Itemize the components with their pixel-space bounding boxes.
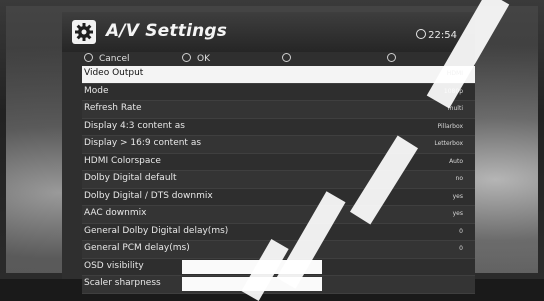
setting-value: Auto <box>449 157 463 165</box>
softkey-label: Cancel <box>99 54 130 64</box>
softkey-4[interactable] <box>387 53 402 64</box>
setting-label: OSD visibility <box>84 260 144 271</box>
softkey-dot-icon <box>282 53 291 62</box>
gear-icon <box>72 20 96 44</box>
settings-row[interactable]: AAC downmix yes <box>82 206 475 224</box>
clock-time: 22:54 <box>428 30 457 41</box>
settings-row[interactable]: General Dolby Digital delay(ms) 0 <box>82 223 475 241</box>
settings-row[interactable]: Dolby Digital default no <box>82 171 475 189</box>
setting-label: Refresh Rate <box>84 103 142 113</box>
softkey-dot-icon <box>182 53 191 62</box>
setting-label: Mode <box>84 85 109 96</box>
clock-icon <box>416 29 427 39</box>
setting-label: General PCM delay(ms) <box>84 243 190 253</box>
softkey-label: OK <box>197 54 210 64</box>
softkey-dot-icon <box>84 53 93 62</box>
setting-label: Video Output <box>84 68 144 78</box>
setting-label: AAC downmix <box>84 208 147 218</box>
setting-value: 0 <box>459 245 463 252</box>
setting-label: HDMI Colorspace <box>84 155 161 166</box>
setting-label: Display 4:3 content as <box>84 120 185 131</box>
setting-value: yes <box>452 210 463 217</box>
setting-label: Dolby Digital default <box>84 173 177 183</box>
settings-row[interactable]: Display 4:3 content as Pillarbox <box>82 118 475 136</box>
setting-value: 0 <box>459 227 463 235</box>
clock: 22:54 <box>416 29 457 41</box>
softkey-ok[interactable]: OK <box>182 53 210 64</box>
setting-value: yes <box>452 192 463 200</box>
softkey-bar: Cancel OK <box>62 52 475 66</box>
settings-row[interactable]: Dolby Digital / DTS downmix yes <box>82 188 475 206</box>
setting-value: no <box>455 175 463 182</box>
page-title: A/V Settings <box>106 21 228 41</box>
setting-label: Dolby Digital / DTS downmix <box>84 190 213 201</box>
softkey-dot-icon <box>387 53 396 62</box>
settings-row[interactable]: Mode1080p <box>82 83 475 101</box>
panel-header: A/V Settings 22:54 <box>62 12 475 52</box>
setting-label: General Dolby Digital delay(ms) <box>84 225 229 236</box>
setting-value: Letterbox <box>434 140 463 147</box>
softkey-cancel[interactable]: Cancel <box>84 53 130 64</box>
softkey-3[interactable] <box>282 53 297 64</box>
setting-label: Display > 16:9 content as <box>84 138 202 148</box>
settings-row[interactable]: HDMI Colorspace Auto <box>82 153 475 171</box>
setting-value: Pillarbox <box>437 122 463 130</box>
settings-row[interactable]: Refresh Rate multi <box>82 101 475 119</box>
settings-row[interactable]: Video OutputHDMI <box>82 66 475 84</box>
setting-label: Scaler sharpness <box>84 278 161 288</box>
